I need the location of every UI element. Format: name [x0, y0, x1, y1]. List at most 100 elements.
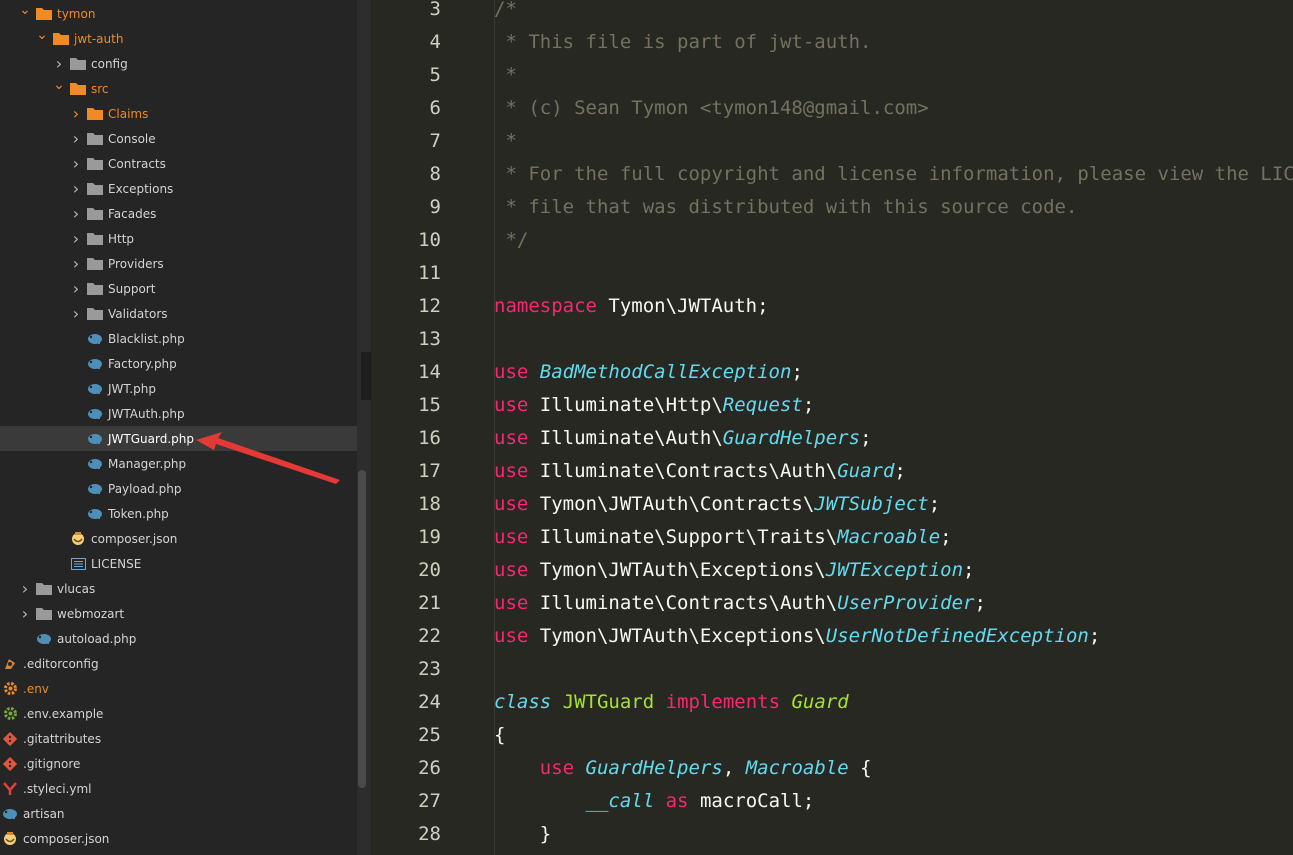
- tree-folder[interactable]: › config: [0, 51, 357, 76]
- code-line[interactable]: 13: [371, 323, 1293, 356]
- code-line[interactable]: 23: [371, 653, 1293, 686]
- tree-folder[interactable]: › vlucas: [0, 576, 357, 601]
- tree-folder[interactable]: › Providers: [0, 251, 357, 276]
- tree-file[interactable]: LICENSE: [0, 551, 357, 576]
- tree-file[interactable]: .editorconfig: [0, 651, 357, 676]
- code-line[interactable]: 25 {: [371, 719, 1293, 752]
- code-token: class: [494, 691, 552, 713]
- code-token: Macroable: [837, 526, 941, 548]
- code-line[interactable]: 7 *: [371, 125, 1293, 158]
- tree-folder[interactable]: › Http: [0, 226, 357, 251]
- code-line[interactable]: 6 * (c) Sean Tymon <tymon148@gmail.com>: [371, 92, 1293, 125]
- code-text: use Illuminate\Contracts\Auth\Guard;: [494, 455, 906, 488]
- code-line[interactable]: 28 }: [371, 818, 1293, 851]
- tree-folder[interactable]: ⌄ jwt-auth: [0, 26, 357, 51]
- tree-folder[interactable]: ⌄ src: [0, 76, 357, 101]
- tree-folder[interactable]: › Validators: [0, 301, 357, 326]
- code-line[interactable]: 18 use Tymon\JWTAuth\Contracts\JWTSubject…: [371, 488, 1293, 521]
- php-file-icon: [87, 382, 103, 396]
- code-token: Tymon\JWTAuth\Contracts\: [528, 493, 815, 515]
- chevron-right-icon[interactable]: ›: [69, 279, 83, 298]
- tree-folder[interactable]: ⌄ tymon: [0, 1, 357, 26]
- tree-file[interactable]: JWT.php: [0, 376, 357, 401]
- tree-file[interactable]: artisan: [0, 801, 357, 826]
- code-line[interactable]: 14 use BadMethodCallException;: [371, 356, 1293, 389]
- code-line[interactable]: 3 /*: [371, 0, 1293, 26]
- tree-folder[interactable]: › Support: [0, 276, 357, 301]
- code-text: namespace Tymon\JWTAuth;: [494, 290, 769, 323]
- code-line[interactable]: 5 *: [371, 59, 1293, 92]
- tree-folder[interactable]: › webmozart: [0, 601, 357, 626]
- code-line[interactable]: 22 use Tymon\JWTAuth\Exceptions\UserNotDe…: [371, 620, 1293, 653]
- code-line[interactable]: 26 use GuardHelpers, Macroable {: [371, 752, 1293, 785]
- code-text: * file that was distributed with this so…: [494, 191, 1077, 224]
- tree-file[interactable]: Factory.php: [0, 351, 357, 376]
- code-editor[interactable]: 3/* 4 * This file is part of jwt-auth. 5 *…: [371, 0, 1293, 855]
- folder-icon: [87, 207, 103, 221]
- folder-icon: [36, 607, 52, 621]
- chevron-right-icon[interactable]: ›: [69, 104, 83, 123]
- code-line[interactable]: 8 * For the full copyright and license i…: [371, 158, 1293, 191]
- code-token: __call: [585, 790, 655, 812]
- chevron-right-icon[interactable]: ›: [69, 304, 83, 323]
- line-number: 18: [418, 493, 441, 515]
- code-line[interactable]: 20 use Tymon\JWTAuth\Exceptions\JWTExcept…: [371, 554, 1293, 587]
- code-text: use Tymon\JWTAuth\Exceptions\UserNotDefi…: [494, 620, 1100, 653]
- tree-file[interactable]: .gitattributes: [0, 726, 357, 751]
- tree-folder[interactable]: › Exceptions: [0, 176, 357, 201]
- code-line[interactable]: 19 use Illuminate\Support\Traits\Macroabl…: [371, 521, 1293, 554]
- line-number: 17: [418, 460, 441, 482]
- chevron-right-icon[interactable]: ›: [69, 129, 83, 148]
- code-line[interactable]: 4 * This file is part of jwt-auth.: [371, 26, 1293, 59]
- chevron-right-icon[interactable]: ›: [69, 204, 83, 223]
- tree-file[interactable]: .env.example: [0, 701, 357, 726]
- tree-item-label: composer.json: [91, 531, 178, 546]
- tree-folder[interactable]: › Facades: [0, 201, 357, 226]
- chevron-down-icon[interactable]: ⌄: [18, 2, 32, 18]
- php-file-icon: [87, 407, 103, 421]
- tree-folder[interactable]: › Contracts: [0, 151, 357, 176]
- tree-file[interactable]: Blacklist.php: [0, 326, 357, 351]
- tree-file[interactable]: .gitignore: [0, 751, 357, 776]
- chevron-down-icon[interactable]: ⌄: [52, 77, 66, 93]
- code-line[interactable]: 12 namespace Tymon\JWTAuth;: [371, 290, 1293, 323]
- chevron-right-icon[interactable]: ›: [69, 154, 83, 173]
- code-token: UserProvider: [837, 592, 975, 614]
- tree-item-label: JWT.php: [108, 381, 156, 396]
- tree-file[interactable]: .env: [0, 676, 357, 701]
- tree-folder[interactable]: › Claims: [0, 101, 357, 126]
- tree-file[interactable]: composer.json: [0, 526, 357, 551]
- code-line[interactable]: 17 use Illuminate\Contracts\Auth\Guard;: [371, 455, 1293, 488]
- code-line[interactable]: 15 use Illuminate\Http\Request;: [371, 389, 1293, 422]
- code-line[interactable]: 10 */: [371, 224, 1293, 257]
- chevron-right-icon[interactable]: ›: [69, 254, 83, 273]
- tree-file[interactable]: autoload.php: [0, 626, 357, 651]
- chevron-right-icon[interactable]: ›: [69, 179, 83, 198]
- tree-file[interactable]: Token.php: [0, 501, 357, 526]
- tree-file[interactable]: composer.json: [0, 826, 357, 851]
- code-line[interactable]: 16 use Illuminate\Auth\GuardHelpers;: [371, 422, 1293, 455]
- line-number: 22: [418, 625, 441, 647]
- tree-file[interactable]: JWTAuth.php: [0, 401, 357, 426]
- code-line[interactable]: 24 class JWTGuard implements Guard: [371, 686, 1293, 719]
- code-line[interactable]: 21 use Illuminate\Contracts\Auth\UserProv…: [371, 587, 1293, 620]
- chevron-right-icon[interactable]: ›: [69, 229, 83, 248]
- code-line[interactable]: 27 __call as macroCall;: [371, 785, 1293, 818]
- tree-folder[interactable]: › Console: [0, 126, 357, 151]
- sidebar-scrollbar[interactable]: [358, 470, 366, 788]
- code-text: use Illuminate\Auth\GuardHelpers;: [494, 422, 872, 455]
- code-token: use: [494, 427, 529, 449]
- chevron-right-icon[interactable]: ›: [18, 579, 32, 598]
- code-line[interactable]: 9 * file that was distributed with this …: [371, 191, 1293, 224]
- chevron-down-icon[interactable]: ⌄: [35, 27, 49, 43]
- chevron-right-icon[interactable]: ›: [18, 604, 32, 623]
- code-token: use: [494, 625, 529, 647]
- tree-item-label: Support: [108, 281, 156, 296]
- code-line[interactable]: 11: [371, 257, 1293, 290]
- tree-file[interactable]: .styleci.yml: [0, 776, 357, 801]
- chevron-right-icon[interactable]: ›: [52, 54, 66, 73]
- line-number: 12: [418, 295, 441, 317]
